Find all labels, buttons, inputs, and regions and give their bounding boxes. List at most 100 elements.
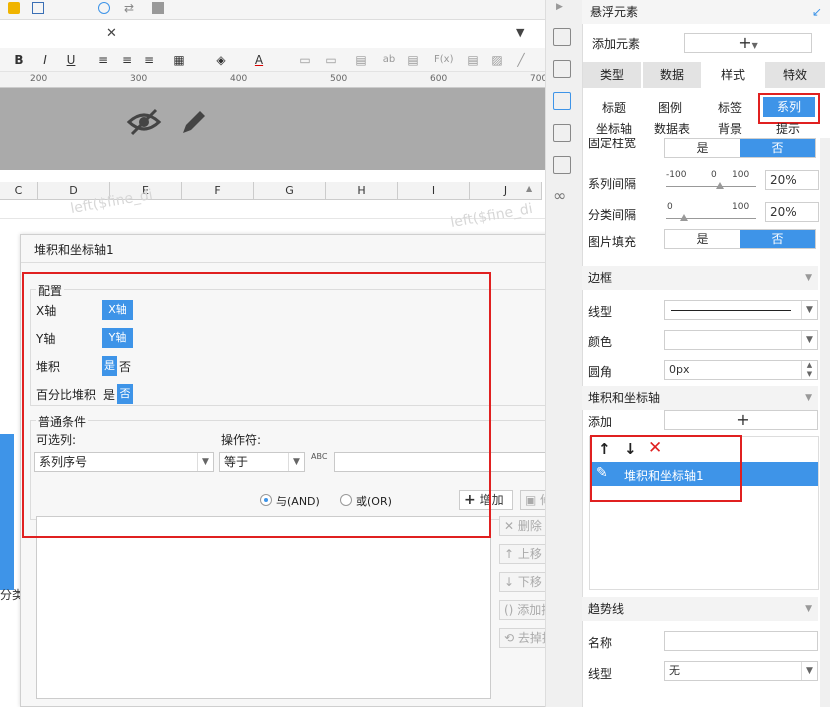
edit-icon[interactable] xyxy=(178,106,210,138)
chevron-down-icon: ▼ xyxy=(801,331,817,349)
insert-icon[interactable] xyxy=(98,2,110,14)
subtab-datatable[interactable]: 数据表 xyxy=(648,120,696,138)
image-fill-toggle[interactable]: 是否 xyxy=(664,229,816,249)
split-icon[interactable]: ▭ xyxy=(324,51,338,69)
subtab-background[interactable]: 背景 xyxy=(708,120,752,138)
chevron-down-icon: ▼ xyxy=(751,41,758,50)
subtab-title[interactable]: 标题 xyxy=(592,99,636,117)
highlight-box xyxy=(22,272,491,538)
border-section-header[interactable]: 边框 ▼ xyxy=(582,266,818,290)
subtab-label[interactable]: 标签 xyxy=(708,99,752,117)
subtab-tooltip[interactable]: 提示 xyxy=(766,120,810,138)
tab-effect[interactable]: 特效 xyxy=(765,62,825,88)
brush-icon[interactable] xyxy=(8,2,20,14)
merge-icon[interactable]: ▭ xyxy=(298,51,312,69)
save-icon[interactable] xyxy=(32,2,44,14)
series-gap-input[interactable]: 20% xyxy=(765,170,819,190)
formula-icon[interactable]: ▤ xyxy=(406,51,420,69)
trend-line-select[interactable]: 无 ▼ xyxy=(664,661,818,681)
ruler-tick: 300 xyxy=(130,74,148,84)
tab-style[interactable]: 样式 xyxy=(703,62,763,88)
border-icon[interactable]: ▦ xyxy=(172,51,186,69)
image-element-icon[interactable] xyxy=(553,60,571,78)
bold-button[interactable]: B xyxy=(12,51,26,69)
move-up-label: 上移 xyxy=(517,547,542,561)
subtab-legend[interactable]: 图例 xyxy=(648,99,692,117)
underline-button[interactable]: U xyxy=(64,51,78,69)
slider-tick: 0 xyxy=(667,202,673,212)
grid-icon[interactable] xyxy=(152,2,164,14)
widget-element-icon[interactable] xyxy=(553,124,571,142)
tab-data[interactable]: 数据 xyxy=(643,62,701,88)
chevron-down-icon: ▼ xyxy=(805,604,812,614)
category-gap-slider[interactable] xyxy=(680,214,688,221)
swap-icon[interactable]: ⇄ xyxy=(124,1,134,15)
chart-element-icon[interactable] xyxy=(553,92,571,110)
column-header[interactable]: G xyxy=(254,182,326,200)
layout-element-icon[interactable] xyxy=(553,156,571,174)
fixed-width-toggle[interactable]: 是否 xyxy=(664,138,816,158)
close-tab-icon[interactable]: ✕ xyxy=(106,26,117,41)
slash-icon[interactable]: ╱ xyxy=(514,51,528,69)
fixed-width-label: 固定柱宽 xyxy=(588,138,637,150)
stack-section-header[interactable]: 堆积和坐标轴 ▼ xyxy=(582,386,818,410)
column-header[interactable]: C xyxy=(0,182,38,200)
hide-icon[interactable] xyxy=(126,106,162,138)
fixed-no-option[interactable]: 否 xyxy=(740,139,815,157)
ruler: 200 300 400 500 600 700 xyxy=(0,72,547,88)
column-header[interactable]: H xyxy=(326,182,398,200)
link-icon[interactable]: ∞ xyxy=(553,186,566,205)
panel-title: 悬浮元素 xyxy=(590,5,639,19)
image-no-option[interactable]: 否 xyxy=(740,230,815,248)
fixed-yes-option[interactable]: 是 xyxy=(665,139,740,157)
wrap-icon[interactable]: ▤ xyxy=(354,51,368,69)
cell-element-icon[interactable] xyxy=(553,28,571,46)
series-gap-slider[interactable] xyxy=(716,182,724,189)
line-type-label: 线型 xyxy=(588,305,613,319)
series-gap-value: 20% xyxy=(770,173,797,187)
image-yes-option[interactable]: 是 xyxy=(665,230,740,248)
collapse-arrow-icon[interactable]: ↙ xyxy=(812,0,822,24)
slider-tick: 0 xyxy=(711,170,717,180)
slider-tick: -100 xyxy=(666,170,687,180)
subtab-axis[interactable]: 坐标轴 xyxy=(592,120,636,138)
italic-button[interactable]: I xyxy=(38,51,52,69)
chevron-down-icon: ▼ xyxy=(801,662,817,680)
chart-icon[interactable]: ▤ xyxy=(466,51,480,69)
stack-add-button[interactable]: + xyxy=(664,410,818,430)
line-type-select[interactable]: ▼ xyxy=(664,300,818,320)
radius-label: 圆角 xyxy=(588,365,613,379)
chevron-down-icon: ▼ xyxy=(805,393,812,403)
ruler-tick: 400 xyxy=(230,74,248,84)
font-color-icon[interactable]: A xyxy=(252,51,266,69)
function-icon[interactable]: F(x) xyxy=(434,51,453,69)
condition-list[interactable] xyxy=(36,516,491,699)
image-icon[interactable]: ▨ xyxy=(490,51,504,69)
trend-name-input[interactable] xyxy=(664,631,818,651)
add-element-button[interactable]: +▼ xyxy=(684,33,812,53)
category-gap-input[interactable]: 20% xyxy=(765,202,819,222)
chevron-down-icon: ▼ xyxy=(805,273,812,283)
expand-right-icon[interactable]: ▶ xyxy=(556,2,563,12)
align-left-icon[interactable]: ≡ xyxy=(96,51,110,69)
category-gap-value: 20% xyxy=(770,205,797,219)
collapse-icon[interactable]: ▼ xyxy=(516,26,524,39)
fill-color-icon[interactable]: ◈ xyxy=(214,51,228,69)
column-header[interactable]: F xyxy=(182,182,254,200)
bracket-icon: () xyxy=(504,603,518,617)
trend-section-header[interactable]: 趋势线 ▼ xyxy=(582,597,818,621)
move-down-label: 下移 xyxy=(517,575,542,589)
text-icon[interactable]: ab xyxy=(382,51,396,69)
align-right-icon[interactable]: ≡ xyxy=(142,51,156,69)
radius-input[interactable]: 0px ▲ ▼ xyxy=(664,360,818,380)
align-center-icon[interactable]: ≡ xyxy=(120,51,134,69)
panel-scrollbar[interactable] xyxy=(820,138,830,707)
color-select[interactable]: ▼ xyxy=(664,330,818,350)
scroll-up-icon[interactable]: ▲ xyxy=(526,184,532,193)
stack-add-label: 添加 xyxy=(588,415,613,429)
tab-type[interactable]: 类型 xyxy=(583,62,641,88)
ruler-tick: 500 xyxy=(330,74,348,84)
column-header[interactable]: I xyxy=(398,182,470,200)
stepper-icon[interactable]: ▲ ▼ xyxy=(801,361,817,379)
chevron-down-icon: ▼ xyxy=(801,301,817,319)
